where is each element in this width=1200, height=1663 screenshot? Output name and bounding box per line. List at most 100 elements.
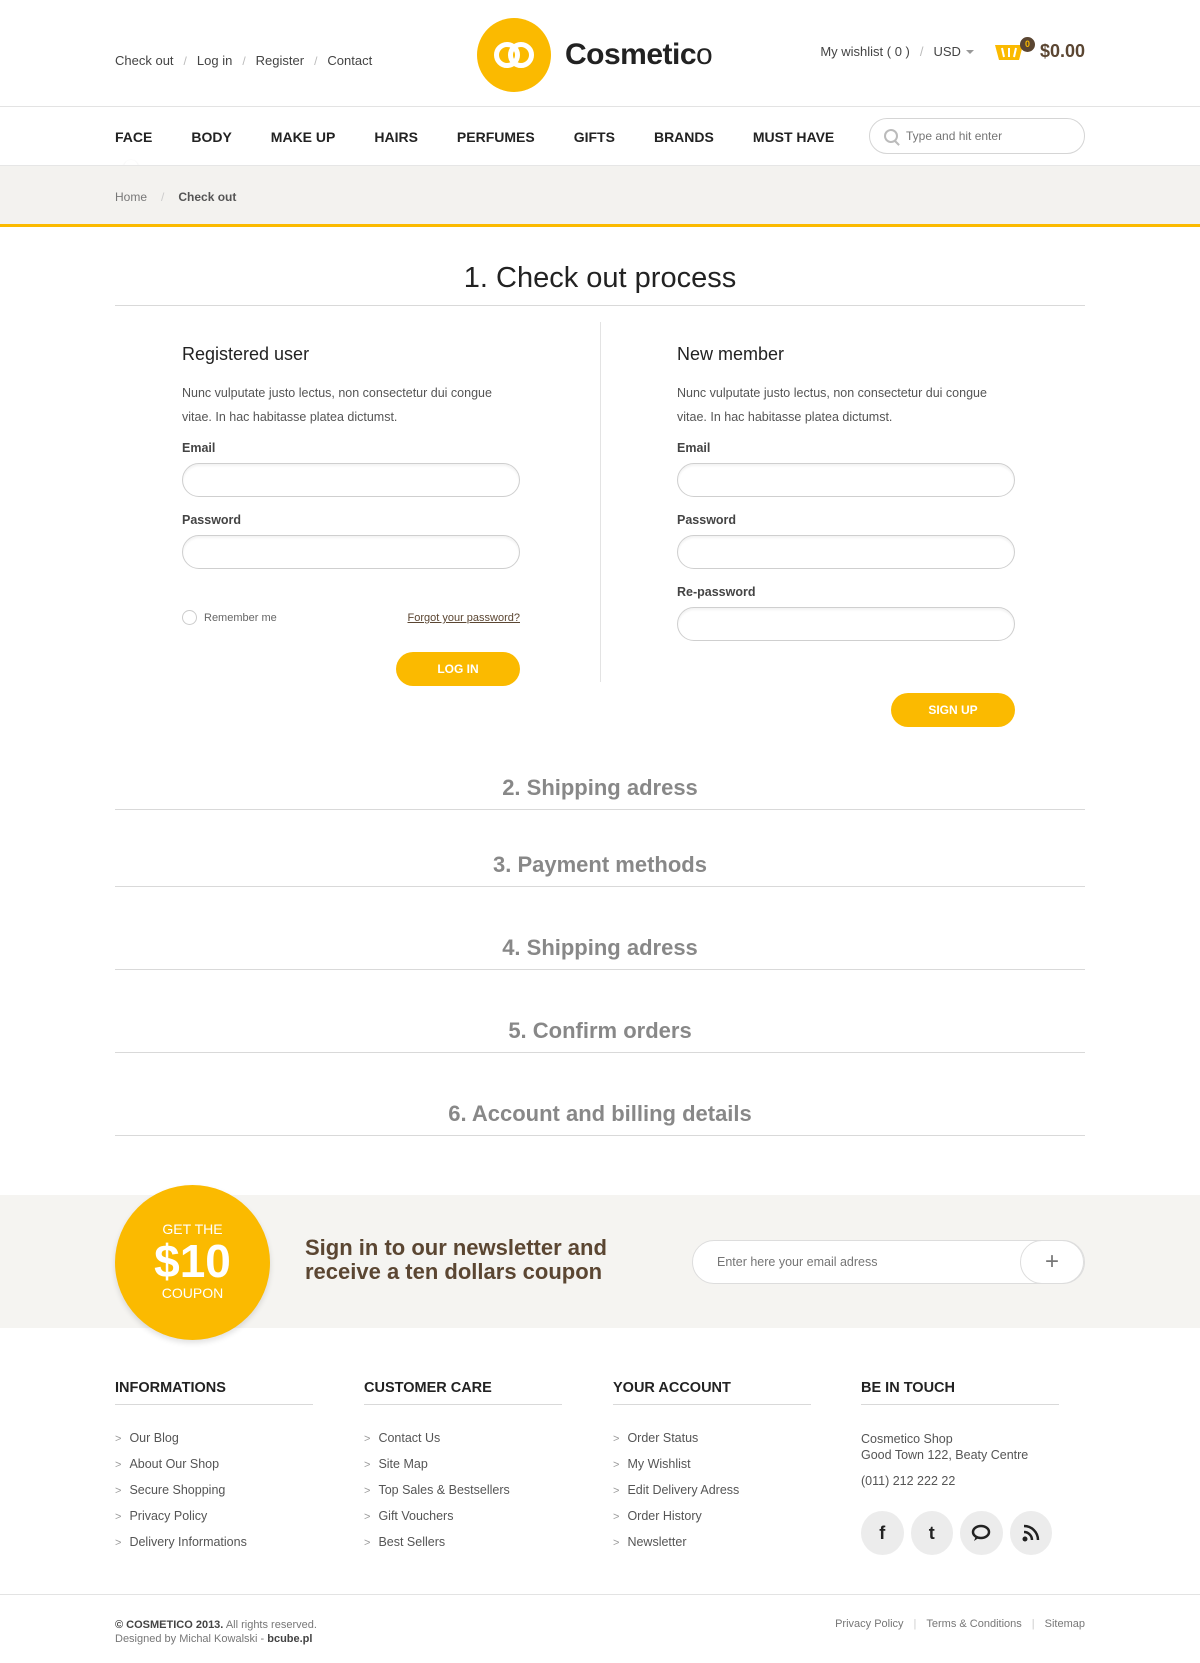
- nav-item-gifts[interactable]: GIFTS: [574, 129, 615, 145]
- login-link[interactable]: Log in: [197, 53, 232, 68]
- breadcrumb: Home / Check out: [115, 190, 236, 204]
- twitter-icon[interactable]: t: [910, 1511, 953, 1555]
- separator: |: [1031, 1618, 1035, 1630]
- register-link[interactable]: Register: [256, 53, 304, 68]
- section-divider: [115, 1052, 1085, 1053]
- step-confirm-orders[interactable]: 5. Confirm orders: [115, 1018, 1085, 1044]
- radio-icon: [182, 610, 197, 625]
- footer-link[interactable]: > Delivery Informations: [115, 1535, 313, 1561]
- nav-item-body[interactable]: BODY: [191, 129, 231, 145]
- shop-name: Cosmetico Shop: [861, 1432, 953, 1446]
- top-right: My wishlist ( 0 ) / USD 0 $0.00: [820, 37, 1085, 62]
- footer-link[interactable]: > Our Blog: [115, 1431, 313, 1457]
- footer-link[interactable]: > Best Sellers: [364, 1535, 562, 1561]
- signup-password-field[interactable]: [677, 535, 1015, 569]
- search-icon: [884, 129, 898, 143]
- rss-icon[interactable]: [1009, 1511, 1052, 1555]
- footer-link[interactable]: > Top Sales & Bestsellers: [364, 1483, 562, 1509]
- nav-item-face[interactable]: FACE: [115, 129, 152, 174]
- footer-link[interactable]: > Newsletter: [613, 1535, 811, 1561]
- newsletter-submit-button[interactable]: +: [1020, 1240, 1084, 1284]
- step-account-billing[interactable]: 6. Account and billing details: [115, 1101, 1085, 1127]
- coupon-top-text: GET THE: [162, 1221, 223, 1237]
- registered-user-form: Registered user Nunc vulputate justo lec…: [182, 344, 520, 704]
- footer-link[interactable]: > Contact Us: [364, 1431, 562, 1457]
- nav-item-make-up[interactable]: MAKE UP: [271, 129, 336, 145]
- chat-bubble-icon[interactable]: [960, 1511, 1003, 1555]
- footer-heading: YOUR ACCOUNT: [613, 1380, 811, 1405]
- email-label: Email: [182, 441, 216, 455]
- newsletter-text: Sign in to our newsletter and receive a …: [305, 1235, 607, 1284]
- login-password-field[interactable]: [182, 535, 520, 569]
- facebook-icon[interactable]: f: [861, 1511, 904, 1555]
- footer-link[interactable]: > Edit Delivery Adress: [613, 1483, 811, 1509]
- section-divider: [115, 809, 1085, 810]
- breadcrumb-current: Check out: [178, 190, 237, 204]
- signup-email-field[interactable]: [677, 463, 1015, 497]
- cart[interactable]: 0 $0.00: [994, 37, 1085, 62]
- login-button[interactable]: LOG IN: [396, 652, 520, 686]
- column-divider: [600, 322, 601, 682]
- search-box: [869, 118, 1085, 154]
- repassword-label: Re-password: [677, 585, 756, 599]
- footer-link[interactable]: > Privacy Policy: [115, 1509, 313, 1535]
- chevron-down-icon: [965, 50, 974, 55]
- signup-button[interactable]: SIGN UP: [891, 693, 1015, 727]
- remember-me-checkbox[interactable]: Remember me: [182, 610, 277, 625]
- separator: /: [161, 190, 165, 204]
- checkout-title: 1. Check out process: [463, 262, 737, 294]
- footer-link[interactable]: > Secure Shopping: [115, 1483, 313, 1509]
- footer-link[interactable]: > My Wishlist: [613, 1457, 811, 1483]
- coupon-badge: GET THE $10 COUPON: [115, 1185, 270, 1340]
- shop-address: Good Town 122, Beaty Centre: [861, 1448, 1029, 1462]
- contact-link[interactable]: Contact: [327, 53, 372, 68]
- footer-link[interactable]: > Site Map: [364, 1457, 562, 1483]
- coupon-bottom-text: COUPON: [161, 1285, 224, 1301]
- nav-item-must-have[interactable]: MUST HAVE: [753, 129, 834, 145]
- footer-heading: CUSTOMER CARE: [364, 1380, 562, 1405]
- footer-link[interactable]: > Gift Vouchers: [364, 1509, 562, 1535]
- brand-name: Cosmetico: [565, 38, 713, 71]
- login-email-field[interactable]: [182, 463, 520, 497]
- chevron-right-icon: >: [115, 1537, 122, 1549]
- password-label: Password: [182, 513, 242, 527]
- currency-select[interactable]: USD: [934, 44, 974, 59]
- breadcrumb-home[interactable]: Home: [115, 190, 147, 204]
- wishlist-link[interactable]: My wishlist ( 0 ): [820, 44, 910, 59]
- chevron-right-icon: >: [364, 1459, 371, 1471]
- separator: /: [919, 43, 924, 59]
- footer-link[interactable]: > Order History: [613, 1509, 811, 1535]
- checkout-link[interactable]: Check out: [115, 53, 174, 68]
- footer-bottom-links: Privacy Policy | Terms & Conditions | Si…: [835, 1618, 1085, 1630]
- nav-item-hairs[interactable]: HAIRS: [374, 129, 418, 145]
- top-links: Check out / Log in / Register / Contact: [115, 53, 372, 68]
- step-shipping-address-2[interactable]: 4. Shipping adress: [115, 935, 1085, 961]
- chevron-right-icon: >: [364, 1537, 371, 1549]
- terms-link[interactable]: Terms & Conditions: [926, 1618, 1021, 1630]
- footer-link[interactable]: > About Our Shop: [115, 1457, 313, 1483]
- step-payment-methods[interactable]: 3. Payment methods: [115, 852, 1085, 878]
- registered-text: Nunc vulputate justo lectus, non consect…: [182, 386, 492, 424]
- nav-item-brands[interactable]: BRANDS: [654, 129, 714, 145]
- footer-divider: [0, 1594, 1200, 1595]
- newsletter-email-input[interactable]: [717, 1255, 1007, 1269]
- forgot-password-link[interactable]: Forgot your password?: [408, 612, 521, 624]
- section-divider: [115, 969, 1085, 970]
- new-member-text: Nunc vulputate justo lectus, non consect…: [677, 386, 987, 424]
- cart-total: $0.00: [1039, 40, 1085, 61]
- step-shipping-address[interactable]: 2. Shipping adress: [115, 775, 1085, 801]
- footer-link[interactable]: > Order Status: [613, 1431, 811, 1457]
- search-input[interactable]: [906, 129, 1066, 143]
- chevron-right-icon: >: [115, 1511, 122, 1523]
- logo[interactable]: Cosmetico: [477, 18, 713, 92]
- privacy-policy-link[interactable]: Privacy Policy: [835, 1618, 903, 1630]
- newsletter-form: +: [692, 1240, 1085, 1284]
- nav-item-perfumes[interactable]: PERFUMES: [457, 129, 535, 145]
- separator: /: [183, 53, 187, 68]
- designer-link[interactable]: bcube.pl: [267, 1633, 312, 1645]
- sitemap-link[interactable]: Sitemap: [1045, 1618, 1085, 1630]
- separator: /: [242, 53, 246, 68]
- social-links: f t: [861, 1511, 1059, 1555]
- signup-repassword-field[interactable]: [677, 607, 1015, 641]
- coupon-value: $10: [154, 1235, 231, 1287]
